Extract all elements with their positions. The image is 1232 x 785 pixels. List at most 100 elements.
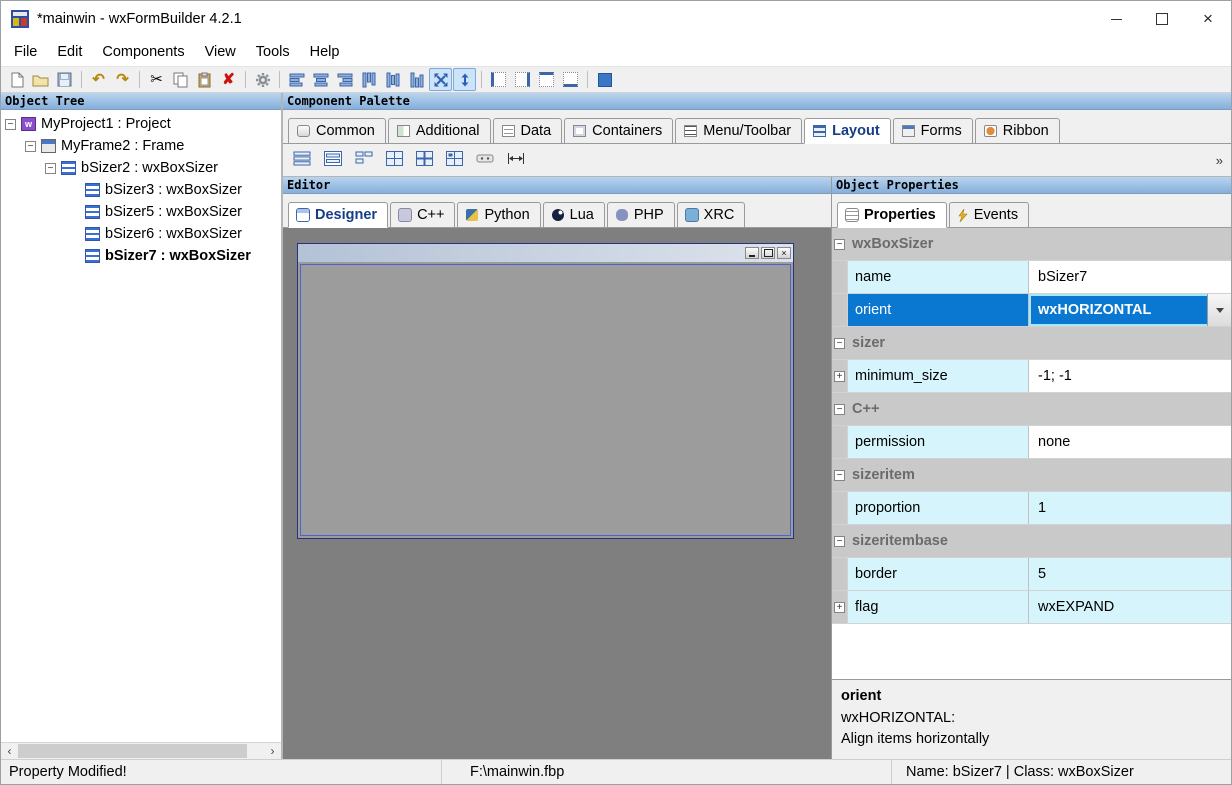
designer-frame-client[interactable] [298, 262, 793, 538]
palette-overflow-icon[interactable]: » [1216, 153, 1221, 168]
generate-code-icon[interactable] [251, 68, 274, 91]
editor-tab-designer[interactable]: Designer [288, 202, 388, 228]
delete-icon[interactable]: ✘ [217, 68, 240, 91]
open-icon[interactable] [29, 68, 52, 91]
stretch-icon[interactable] [453, 68, 476, 91]
align-top-icon[interactable] [357, 68, 380, 91]
property-row-orient[interactable]: orient wxHORIZONTAL [832, 294, 1231, 327]
undo-icon[interactable]: ↶ [87, 68, 110, 91]
std-dialog-button-sizer-icon[interactable] [476, 151, 494, 170]
new-file-icon[interactable] [5, 68, 28, 91]
tree-item-bsizer2[interactable]: − bSizer2 : wxBoxSizer [1, 157, 281, 179]
align-center-horizontal-icon[interactable] [309, 68, 332, 91]
box-sizer-horizontal-icon[interactable] [293, 151, 311, 170]
property-row-permission[interactable]: permission none [832, 426, 1231, 459]
preview-icon[interactable] [593, 68, 616, 91]
copy-icon[interactable] [169, 68, 192, 91]
collapse-icon[interactable]: − [834, 404, 845, 415]
collapse-icon[interactable]: − [25, 141, 36, 152]
spacer-icon[interactable] [507, 151, 525, 170]
editor-header: Editor [283, 177, 831, 194]
menu-tools[interactable]: Tools [246, 40, 300, 64]
palette-tab-ribbon[interactable]: Ribbon [975, 118, 1060, 144]
category-row-wxboxsizer[interactable]: − wxBoxSizer [832, 228, 1231, 261]
category-row-cpp[interactable]: − C++ [832, 393, 1231, 426]
expand-icon[interactable]: + [834, 602, 845, 613]
property-row-name[interactable]: name bSizer7 [832, 261, 1231, 294]
scrollbar-track[interactable] [18, 743, 264, 759]
editor-tab-lua[interactable]: Lua [543, 202, 605, 228]
scroll-right-icon[interactable]: › [264, 744, 281, 758]
tree-item-bsizer3[interactable]: bSizer3 : wxBoxSizer [1, 179, 281, 201]
align-left-icon[interactable] [285, 68, 308, 91]
tab-properties[interactable]: Properties [837, 202, 947, 228]
collapse-icon[interactable]: − [834, 470, 845, 481]
border-right-icon[interactable] [511, 68, 534, 91]
object-tree: − w MyProject1 : Project − MyFrame2 : Fr… [1, 110, 281, 742]
grid-sizer-icon[interactable] [386, 151, 403, 170]
tab-events[interactable]: Events [949, 202, 1029, 228]
tree-item-frame[interactable]: − MyFrame2 : Frame [1, 135, 281, 157]
minimize-button[interactable] [1093, 1, 1139, 37]
designer-canvas[interactable]: × [283, 228, 831, 759]
menu-file[interactable]: File [4, 40, 47, 64]
category-row-sizeritembase[interactable]: − sizeritembase [832, 525, 1231, 558]
editor-tab-python[interactable]: Python [457, 202, 540, 228]
category-row-sizer[interactable]: − sizer [832, 327, 1231, 360]
scroll-left-icon[interactable]: ‹ [1, 744, 18, 758]
palette-tab-common[interactable]: Common [288, 118, 386, 144]
designer-frame-preview[interactable]: × [297, 243, 794, 539]
menu-edit[interactable]: Edit [47, 40, 92, 64]
paste-icon[interactable] [193, 68, 216, 91]
collapse-icon[interactable]: − [834, 338, 845, 349]
align-center-vertical-icon[interactable] [381, 68, 404, 91]
property-row-border[interactable]: border 5 [832, 558, 1231, 591]
grid-bag-sizer-icon[interactable] [446, 151, 463, 170]
palette-tab-menu-toolbar[interactable]: Menu/Toolbar [675, 118, 802, 144]
collapse-icon[interactable]: − [834, 239, 845, 250]
app-icon[interactable] [10, 9, 30, 29]
tree-horizontal-scrollbar[interactable]: ‹ › [1, 742, 281, 759]
cut-icon[interactable]: ✂ [145, 68, 168, 91]
menu-help[interactable]: Help [300, 40, 350, 64]
border-top-icon[interactable] [535, 68, 558, 91]
editor-tab-cpp[interactable]: C++ [390, 202, 455, 228]
property-row-flag[interactable]: + flag wxEXPAND [832, 591, 1231, 624]
collapse-icon[interactable]: − [5, 119, 16, 130]
close-button[interactable]: × [1185, 1, 1231, 37]
palette-tab-forms[interactable]: Forms [893, 118, 973, 144]
wrap-sizer-icon[interactable] [355, 151, 373, 170]
border-bottom-icon[interactable] [559, 68, 582, 91]
palette-tab-data[interactable]: Data [493, 118, 563, 144]
save-icon[interactable] [53, 68, 76, 91]
palette-tab-containers[interactable]: Containers [564, 118, 673, 144]
redo-icon[interactable]: ↷ [111, 68, 134, 91]
align-right-icon[interactable] [333, 68, 356, 91]
maximize-button[interactable] [1139, 1, 1185, 37]
tree-item-bsizer6[interactable]: bSizer6 : wxBoxSizer [1, 223, 281, 245]
collapse-icon[interactable]: − [834, 536, 845, 547]
menu-components[interactable]: Components [92, 40, 194, 64]
align-bottom-icon[interactable] [405, 68, 428, 91]
editor-tab-php[interactable]: PHP [607, 202, 675, 228]
border-left-icon[interactable] [487, 68, 510, 91]
scrollbar-thumb[interactable] [18, 744, 247, 758]
static-box-sizer-icon[interactable] [324, 151, 342, 170]
flex-grid-sizer-icon[interactable] [416, 151, 433, 170]
palette-tab-additional[interactable]: Additional [388, 118, 491, 144]
expand-icon[interactable]: + [834, 371, 845, 382]
editor-tab-xrc[interactable]: XRC [677, 202, 746, 228]
tree-item-project[interactable]: − w MyProject1 : Project [1, 113, 281, 135]
category-row-sizeritem[interactable]: − sizeritem [832, 459, 1231, 492]
tree-item-bsizer7[interactable]: bSizer7 : wxBoxSizer [1, 245, 281, 267]
tree-item-bsizer5[interactable]: bSizer5 : wxBoxSizer [1, 201, 281, 223]
property-row-proportion[interactable]: proportion 1 [832, 492, 1231, 525]
orient-dropdown-button[interactable] [1207, 294, 1231, 326]
expand-icon[interactable] [429, 68, 452, 91]
menu-view[interactable]: View [195, 40, 246, 64]
property-row-minimum-size[interactable]: + minimum_size -1; -1 [832, 360, 1231, 393]
designer-frame-titlebar[interactable]: × [298, 244, 793, 262]
palette-tab-layout[interactable]: Layout [804, 118, 891, 144]
collapse-icon[interactable]: − [45, 163, 56, 174]
xrc-tab-icon [686, 209, 698, 221]
